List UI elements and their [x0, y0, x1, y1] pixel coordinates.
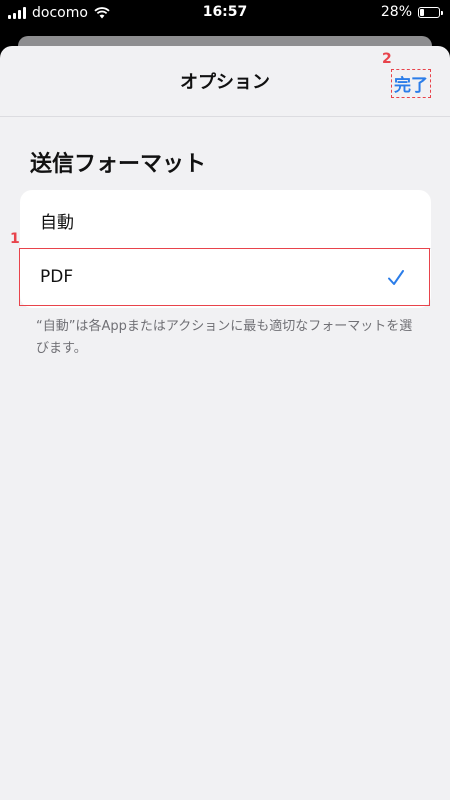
annotation-highlight-pdf	[19, 248, 430, 306]
option-auto[interactable]: 自動	[20, 190, 431, 248]
page-title: オプション	[180, 72, 270, 93]
annotation-badge-1: 1	[10, 231, 20, 247]
battery-percent: 28%	[380, 4, 412, 20]
footnote-text: “自動”は各Appまたはアクションに最も適切なフォーマットを選びます。	[36, 319, 413, 356]
battery-fill	[420, 8, 425, 16]
options-sheet: オプション 完了 2 送信フォーマット 自動 PDF 1 “自動”は各Appまた…	[0, 46, 450, 800]
done-button[interactable]: 完了	[391, 69, 431, 98]
option-auto-label: 自動	[40, 213, 74, 233]
annotation-badge-2: 2	[382, 51, 392, 67]
status-bar: docomo 16:57 28%	[0, 0, 450, 26]
status-right: 28%	[380, 4, 443, 20]
battery-icon	[418, 6, 443, 18]
section-title: 送信フォーマット	[30, 152, 207, 177]
